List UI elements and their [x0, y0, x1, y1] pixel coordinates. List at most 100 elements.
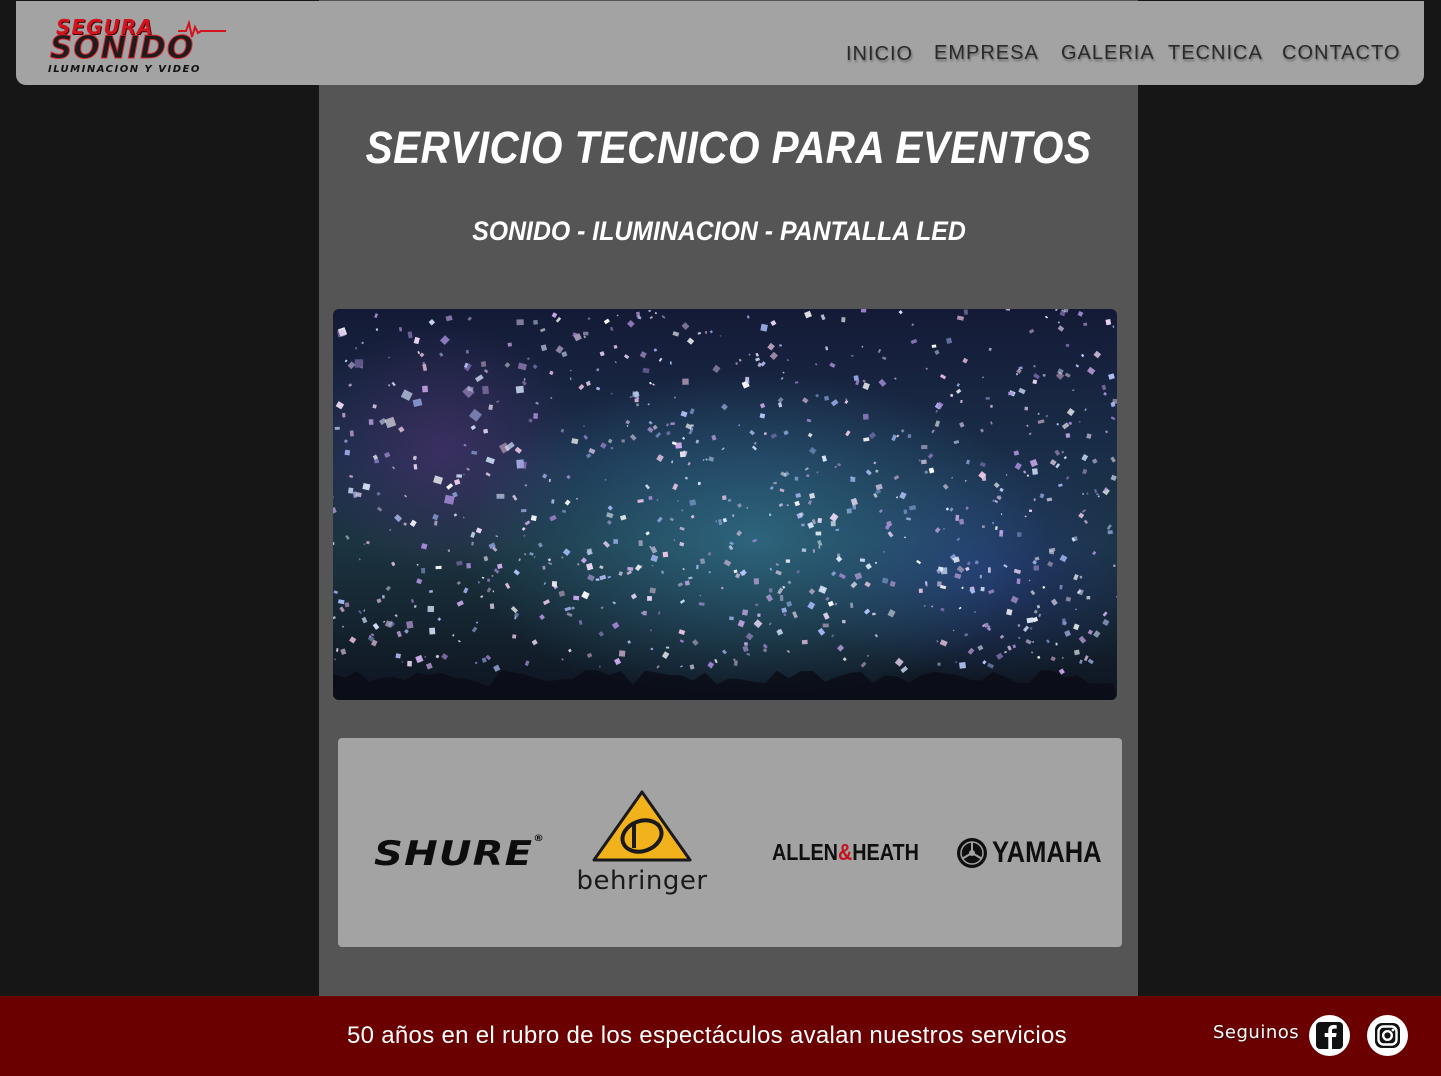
confetti-piece [358, 609, 363, 615]
confetti-piece [413, 604, 417, 609]
confetti-piece [835, 528, 840, 531]
confetti-piece [736, 530, 743, 537]
nav-item-inicio[interactable]: INICIO [846, 43, 913, 66]
confetti-piece [337, 599, 345, 605]
confetti-piece [974, 560, 979, 565]
confetti-piece [959, 662, 967, 669]
confetti-piece [493, 568, 500, 574]
confetti-piece [1042, 585, 1046, 589]
instagram-link[interactable] [1367, 1015, 1408, 1056]
confetti-piece [682, 567, 685, 571]
confetti-piece [456, 580, 461, 586]
nav-item-galeria[interactable]: GALERIA [1061, 42, 1155, 65]
nav-item-contacto[interactable]: CONTACTO [1282, 42, 1400, 65]
confetti-piece [829, 362, 836, 368]
confetti-piece [1029, 627, 1033, 630]
confetti-piece [384, 451, 391, 459]
confetti-piece [475, 527, 483, 534]
confetti-piece [817, 627, 826, 636]
confetti-piece [462, 473, 466, 476]
confetti-piece [712, 364, 721, 373]
confetti-piece [1064, 372, 1071, 378]
confetti-piece [405, 620, 414, 629]
confetti-piece [1086, 433, 1092, 439]
confetti-piece [441, 653, 449, 660]
confetti-piece [439, 335, 450, 346]
confetti-piece [581, 590, 590, 600]
confetti-piece [471, 626, 478, 633]
confetti-piece [429, 627, 436, 635]
confetti-piece [956, 565, 965, 574]
confetti-piece [523, 378, 526, 381]
confetti-piece [865, 469, 872, 476]
confetti-piece [661, 570, 665, 574]
confetti-piece [1061, 450, 1065, 454]
confetti-piece [445, 315, 453, 322]
confetti-piece [679, 526, 685, 531]
confetti-piece [699, 558, 706, 565]
confetti-piece [990, 421, 993, 425]
confetti-piece [465, 349, 469, 354]
confetti-piece [521, 380, 527, 386]
confetti-piece [474, 661, 478, 665]
confetti-piece [980, 586, 985, 592]
confetti-piece [918, 459, 921, 462]
allen-heath-logo: ALLEN&HEATH [772, 839, 919, 866]
confetti-piece [535, 401, 539, 405]
confetti-piece [778, 402, 783, 408]
confetti-piece [982, 376, 984, 379]
confetti-piece [349, 430, 354, 437]
nav-item-empresa[interactable]: EMPRESA [934, 42, 1039, 65]
confetti-piece [333, 542, 335, 545]
confetti-piece [648, 495, 653, 501]
confetti-piece [821, 455, 827, 462]
nav-item-tecnica[interactable]: TECNICA [1168, 42, 1263, 65]
confetti-piece [792, 611, 798, 619]
confetti-piece [396, 630, 402, 638]
confetti-piece [768, 622, 772, 626]
confetti-piece [437, 617, 442, 622]
confetti-piece [1063, 456, 1067, 460]
confetti-piece [974, 611, 976, 613]
confetti-piece [838, 572, 846, 580]
confetti-piece [655, 432, 662, 439]
confetti-piece [967, 647, 975, 655]
confetti-piece [607, 575, 612, 579]
confetti-piece [786, 600, 793, 608]
confetti-piece [400, 389, 413, 401]
confetti-piece [404, 494, 408, 498]
confetti-piece [1018, 387, 1026, 395]
confetti-piece [817, 517, 823, 524]
confetti-piece [1113, 564, 1116, 567]
ampersand: & [837, 839, 853, 865]
confetti-piece [1033, 565, 1039, 571]
confetti-piece [787, 580, 792, 585]
confetti-piece [1010, 595, 1019, 604]
facebook-link[interactable] [1309, 1015, 1350, 1056]
confetti-piece [334, 426, 340, 430]
confetti-piece [744, 642, 748, 646]
confetti-piece [1059, 584, 1063, 590]
confetti-piece [887, 609, 896, 618]
confetti-piece [416, 578, 423, 585]
confetti-piece [1054, 449, 1061, 456]
confetti-piece [1058, 483, 1063, 487]
site-logo[interactable]: SEGURA SONIDO ILUMINACION Y VIDEO [48, 15, 228, 77]
confetti-piece [686, 337, 695, 345]
site-footer: 50 años en el rubro de los espectáculos … [0, 996, 1441, 1076]
confetti-piece [604, 478, 607, 481]
confetti-piece [583, 335, 587, 339]
confetti-piece [681, 509, 684, 512]
confetti-piece [733, 569, 738, 574]
confetti-piece [735, 362, 738, 365]
confetti-piece [1030, 589, 1036, 596]
confetti-piece [1064, 630, 1071, 637]
confetti-piece [882, 550, 886, 554]
confetti-piece [578, 619, 583, 625]
confetti-piece [964, 633, 969, 637]
confetti-piece [853, 375, 859, 382]
confetti-piece [429, 589, 433, 594]
facebook-icon [1316, 1022, 1343, 1049]
confetti-piece [415, 654, 424, 664]
confetti-piece [1087, 658, 1094, 665]
